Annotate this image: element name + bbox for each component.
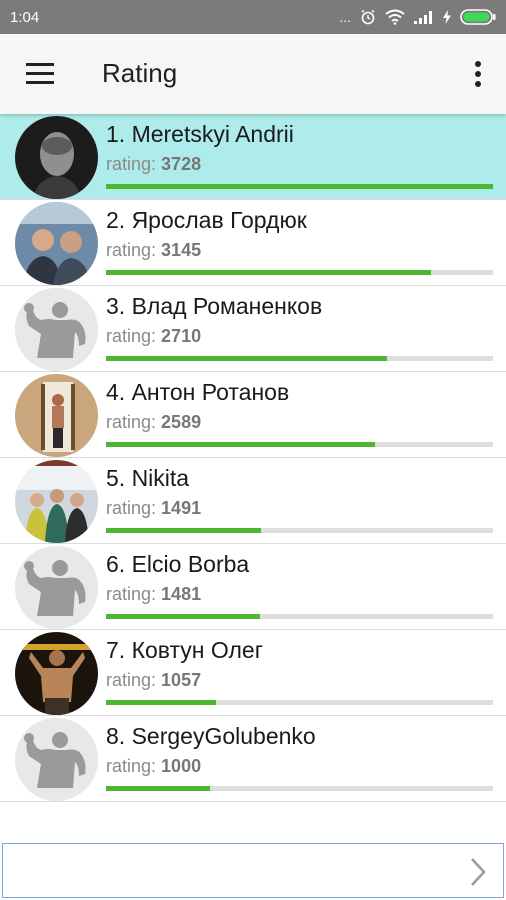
rating-progress-track (106, 528, 493, 533)
rating-progress-track (106, 270, 493, 275)
rating-label: rating: (106, 326, 157, 346)
rating-progress-fill (106, 270, 431, 275)
rating-progress-track (106, 786, 493, 791)
rating-progress-track (106, 184, 493, 189)
rating-label: rating: (106, 498, 157, 518)
rating-text: rating: 1491 (106, 498, 201, 519)
list-item[interactable]: 8. SergeyGolubenko rating: 1000 (0, 716, 506, 802)
rating-progress-track (106, 614, 493, 619)
status-time: 1:04 (10, 8, 40, 26)
bottom-input-bar[interactable] (2, 843, 504, 898)
rating-progress-fill (106, 700, 216, 705)
list-item[interactable]: 3. Влад Романенков rating: 2710 (0, 286, 506, 372)
list-item[interactable]: 4. Антон Ротанов rating: 2589 (0, 372, 506, 458)
rating-label: rating: (106, 412, 157, 432)
user-name: 7. Ковтун Олег (106, 637, 264, 663)
rating-text: rating: 3145 (106, 240, 201, 261)
rating-progress-fill (106, 786, 210, 791)
rating-progress-track (106, 356, 493, 361)
avatar[interactable] (15, 202, 98, 285)
avatar[interactable] (15, 632, 98, 715)
list-item[interactable]: 7. Ковтун Олег rating: 1057 (0, 630, 506, 716)
list-item[interactable]: 2. Ярослав Гордюк rating: 3145 (0, 200, 506, 286)
rating-label: rating: (106, 584, 157, 604)
rating-text: rating: 2710 (106, 326, 201, 347)
rating-progress-fill (106, 442, 375, 447)
rating-progress-fill (106, 356, 387, 361)
rating-label: rating: (106, 154, 157, 174)
user-name: 6. Elcio Borba (106, 551, 250, 577)
user-name: 2. Ярослав Гордюк (106, 207, 307, 233)
rating-label: rating: (106, 756, 157, 776)
rating-progress-track (106, 442, 493, 447)
battery-icon (460, 9, 496, 25)
notification-dots: ... (339, 9, 351, 25)
user-name: 5. Nikita (106, 465, 190, 491)
app-bar: Rating (0, 34, 506, 114)
alarm-icon (361, 9, 375, 25)
user-name: 8. SergeyGolubenko (106, 723, 316, 749)
rating-label: rating: (106, 240, 157, 260)
rating-progress-fill (106, 614, 260, 619)
rating-label: rating: (106, 670, 157, 690)
page-title: Rating (102, 58, 178, 88)
wifi-icon (385, 9, 405, 25)
rating-text: rating: 1481 (106, 584, 201, 605)
charging-icon (443, 10, 451, 24)
rating-progress-fill (106, 528, 261, 533)
rating-value: 1481 (161, 584, 202, 604)
rating-text: rating: 3728 (106, 154, 201, 175)
chevron-right-icon[interactable] (469, 857, 487, 887)
user-name: 1. Meretskyi Andrii (106, 121, 294, 147)
rating-progress-fill (106, 184, 493, 189)
user-name: 3. Влад Романенков (106, 293, 323, 319)
rating-text: rating: 1057 (106, 670, 201, 691)
hamburger-menu-icon[interactable] (26, 63, 54, 85)
rating-text: rating: 1000 (106, 756, 201, 777)
list-item[interactable]: 5. Nikita rating: 1491 (0, 458, 506, 544)
avatar[interactable] (15, 116, 98, 199)
rating-list: 1. Meretskyi Andrii rating: 3728 2. Ярос… (0, 114, 506, 802)
avatar[interactable] (15, 546, 98, 629)
status-icons: ... (339, 9, 496, 25)
status-bar: 1:04 ... (0, 0, 506, 34)
signal-icon (414, 11, 432, 24)
rating-value: 2589 (161, 412, 202, 432)
list-item[interactable]: 1. Meretskyi Andrii rating: 3728 (0, 114, 506, 200)
avatar[interactable] (15, 718, 98, 801)
rating-value: 1491 (161, 498, 202, 518)
rating-value: 3145 (161, 240, 202, 260)
avatar[interactable] (15, 288, 98, 371)
overflow-menu-icon[interactable] (472, 60, 484, 90)
avatar[interactable] (15, 460, 98, 543)
avatar[interactable] (15, 374, 98, 457)
rating-value: 1057 (161, 670, 202, 690)
user-name: 4. Антон Ротанов (106, 379, 290, 405)
rating-value: 1000 (161, 756, 202, 776)
rating-text: rating: 2589 (106, 412, 201, 433)
rating-value: 2710 (161, 326, 202, 346)
list-item[interactable]: 6. Elcio Borba rating: 1481 (0, 544, 506, 630)
rating-value: 3728 (161, 154, 202, 174)
rating-progress-track (106, 700, 493, 705)
